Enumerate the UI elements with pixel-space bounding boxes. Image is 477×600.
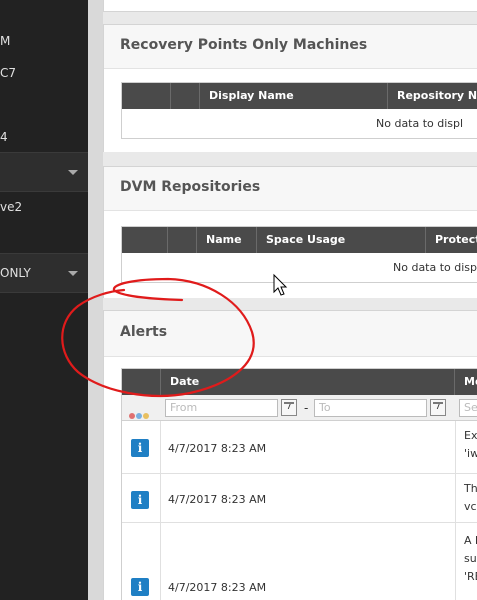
date-column-header[interactable]: Date xyxy=(161,369,455,395)
sidebar-item[interactable]: M xyxy=(0,34,10,48)
info-icon: i xyxy=(131,491,149,509)
sidebar-section-toggle[interactable] xyxy=(0,152,88,192)
date-from-input[interactable]: From xyxy=(165,399,278,417)
calendar-icon[interactable]: 7 xyxy=(430,399,446,416)
calendar-icon[interactable]: 7 xyxy=(281,399,297,416)
alert-date: 4/7/2017 8:23 AM xyxy=(168,442,267,455)
sidebar-item-label: 4 xyxy=(0,130,8,144)
panel-title: Alerts xyxy=(120,324,168,340)
alert-date: 4/7/2017 8:23 AM xyxy=(168,581,267,594)
message-column-header[interactable]: Me xyxy=(455,369,477,395)
sidebar-item-label: M xyxy=(0,34,11,48)
sidebar-item-label: ve2 xyxy=(0,200,23,214)
alerts-panel: Alerts Date Me From 7 - To 7 Sea i 4/7/2… xyxy=(103,310,477,600)
dvm-repositories-table: Name Space Usage Protecte No data to dis… xyxy=(121,226,477,283)
select-column-header[interactable] xyxy=(122,83,171,109)
info-icon: i xyxy=(131,578,149,596)
alert-message: A b sur 'RE xyxy=(455,523,477,600)
alert-message-line: sur xyxy=(464,552,477,565)
alert-message-line: vce xyxy=(464,500,477,513)
name-column-header[interactable]: Name xyxy=(197,227,257,253)
table-header: Name Space Usage Protecte xyxy=(122,227,477,253)
repository-name-column-header[interactable]: Repository Nam xyxy=(388,83,477,109)
table-row[interactable]: i 4/7/2017 8:23 AM Exp 'iws xyxy=(122,421,477,474)
sidebar-item[interactable]: C7 xyxy=(0,66,16,80)
type-column-header[interactable] xyxy=(122,369,161,395)
alert-type-cell: i xyxy=(122,523,161,600)
panel-title: DVM Repositories xyxy=(120,179,261,195)
alert-type-cell: i xyxy=(122,474,161,522)
alert-message: Exp 'iws xyxy=(455,421,477,473)
protected-column-header[interactable]: Protecte xyxy=(426,227,477,253)
table-header: Display Name Repository Nam xyxy=(122,83,477,109)
panel-header: DVM Repositories xyxy=(104,167,477,211)
info-icon: i xyxy=(131,439,149,457)
sidebar-section-toggle[interactable]: ONLY xyxy=(0,253,88,293)
chevron-down-icon xyxy=(68,271,78,276)
panel-header: Alerts xyxy=(104,311,477,357)
message-search-input[interactable]: Sea xyxy=(459,399,477,417)
alert-message-line: Exp xyxy=(464,429,477,442)
table-header: Date Me xyxy=(122,369,477,395)
alert-message-line: 'RE xyxy=(464,570,477,583)
panel-title: Recovery Points Only Machines xyxy=(120,37,368,53)
chevron-down-icon xyxy=(68,170,78,175)
status-column-header[interactable] xyxy=(168,227,197,253)
table-row[interactable]: i 4/7/2017 8:23 AM The vce xyxy=(122,474,477,523)
alert-message-line: 'iws xyxy=(464,447,477,460)
alert-message: The vce xyxy=(455,474,477,522)
alert-date: 4/7/2017 8:23 AM xyxy=(168,493,267,506)
select-column-header[interactable] xyxy=(122,227,168,253)
empty-table-message: No data to displ xyxy=(393,261,477,274)
sidebar-item-label: C7 xyxy=(0,66,17,80)
alert-message-line: A b xyxy=(464,534,477,547)
recovery-points-table: Display Name Repository Nam No data to d… xyxy=(121,82,477,139)
panel-header: Recovery Points Only Machines xyxy=(104,25,477,69)
alerts-table: Date Me From 7 - To 7 Sea i 4/7/2017 8:2… xyxy=(121,368,477,600)
status-column-header[interactable] xyxy=(171,83,200,109)
alert-message-line: The xyxy=(464,482,477,495)
sidebar-nav: M C7 4 ve2 ONLY xyxy=(0,0,88,600)
alert-type-cell: i xyxy=(122,421,161,473)
previous-panel-bottom xyxy=(103,0,477,12)
content-gutter xyxy=(88,0,103,600)
empty-table-message: No data to displ xyxy=(376,117,464,130)
space-usage-column-header[interactable]: Space Usage xyxy=(257,227,426,253)
date-range-separator: - xyxy=(304,401,309,415)
dvm-repositories-panel: DVM Repositories Name Space Usage Protec… xyxy=(103,166,477,298)
date-to-input[interactable]: To xyxy=(314,399,427,417)
sidebar-section-label: ONLY xyxy=(0,266,31,280)
alerts-filter-row: From 7 - To 7 Sea xyxy=(122,395,477,421)
display-name-column-header[interactable]: Display Name xyxy=(200,83,388,109)
sidebar-item[interactable]: 4 xyxy=(0,130,8,144)
sidebar-item[interactable]: ve2 xyxy=(0,200,22,214)
recovery-points-panel: Recovery Points Only Machines Display Na… xyxy=(103,24,477,152)
table-row[interactable]: i 4/7/2017 8:23 AM A b sur 'RE xyxy=(122,523,477,600)
